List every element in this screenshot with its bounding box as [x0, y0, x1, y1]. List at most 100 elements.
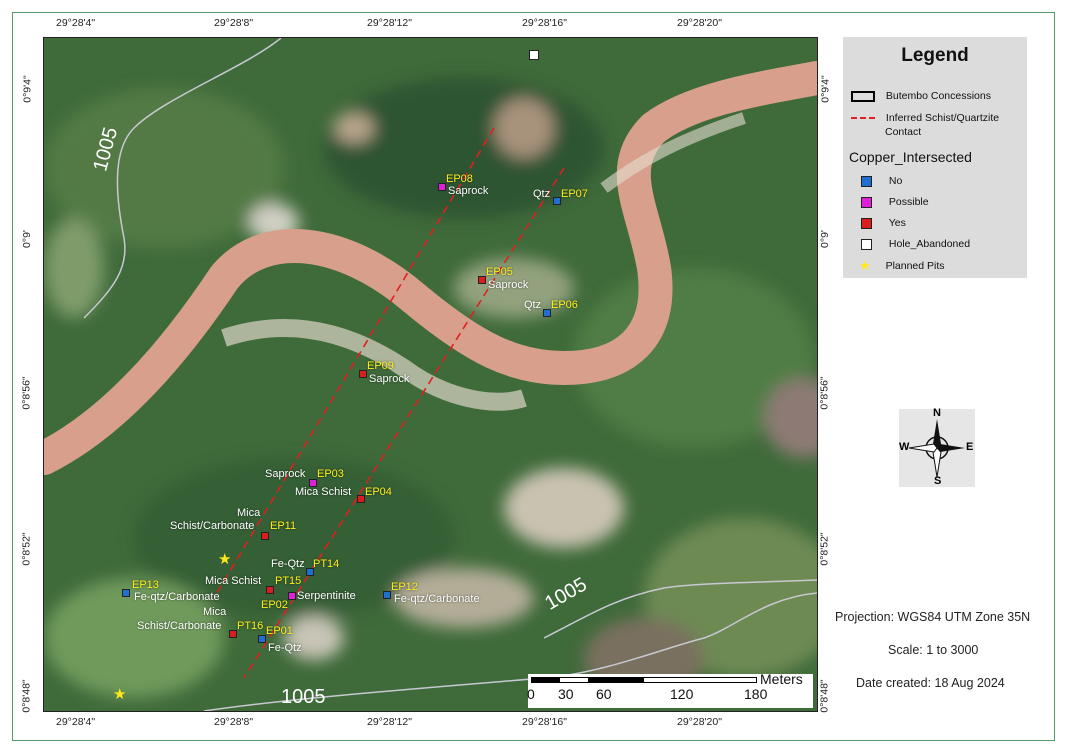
coord-top-label: 29°28'20": [677, 17, 722, 29]
drillhole-marker-ep02[interactable]: [288, 592, 296, 600]
drillhole-id: EP05: [486, 266, 513, 278]
coord-right-label: 0°8'48": [818, 679, 831, 713]
projection-text: Projection: WGS84 UTM Zone 35N: [835, 610, 1031, 624]
no-swatch: [861, 175, 872, 187]
drillhole-marker-ep12[interactable]: [383, 591, 391, 599]
legend-item-no: No: [861, 175, 902, 187]
legend-item-concessions: Butembo Concessions: [851, 90, 991, 102]
coord-bottom-label: 29°28'20": [677, 716, 722, 728]
coord-right-label: 0°8'56": [818, 376, 831, 410]
drillhole-marker-ep13[interactable]: [122, 589, 130, 597]
coord-left-label: 0°9': [20, 230, 33, 248]
legend-panel: Legend Butembo Concessions Inferred Schi…: [843, 37, 1027, 278]
drillhole-marker-ep04[interactable]: [357, 495, 365, 503]
legend-label: Contact: [885, 126, 922, 138]
date-text: Date created: 18 Aug 2024: [856, 676, 1005, 690]
legend-label: Possible: [888, 196, 929, 208]
coord-top-label: 29°28'12": [367, 17, 412, 29]
drillhole-id: EP09: [367, 360, 394, 372]
drillhole-rock-line1: Mica: [203, 606, 227, 618]
coord-right-label: 0°8'52": [818, 532, 831, 566]
legend-label: Planned Pits: [885, 259, 945, 272]
legend-item-possible: Possible: [861, 196, 929, 208]
drillhole-rock: Qtz: [524, 299, 542, 311]
satellite-map[interactable]: 1005 1005 1005 EP08 Saprock Qtz EP07 EP0…: [43, 37, 818, 712]
coord-bottom-label: 29°28'4": [56, 716, 96, 728]
drillhole-marker-pt15[interactable]: [266, 586, 274, 594]
drillhole-id: EP06: [551, 299, 578, 311]
drillhole-rock-line2: Schist/Carbonate: [170, 520, 255, 532]
compass-s: S: [934, 475, 942, 487]
star-icon: ★: [859, 258, 871, 273]
coord-left-label: 0°9'4": [21, 75, 34, 103]
drillhole-rock: Serpentinite: [297, 590, 356, 602]
legend-label: Hole_Abandoned: [888, 238, 971, 250]
drillhole-rock-line2: Schist/Carbonate: [137, 620, 222, 632]
map-imagery: [44, 38, 817, 711]
coord-right-label: 0°9': [818, 230, 831, 248]
planned-pit-star-icon[interactable]: ★: [113, 685, 126, 703]
drillhole-id: EP07: [561, 188, 588, 200]
drillhole-rock: Qtz: [533, 188, 551, 200]
drillhole-rock: Saprock: [448, 185, 489, 197]
drillhole-id: EP11: [270, 520, 297, 532]
scale-tick: 120: [670, 686, 694, 702]
drillhole-marker-ep11[interactable]: [261, 532, 269, 540]
drillhole-rock: Mica Schist: [295, 486, 352, 498]
coord-left-label: 0°8'52": [20, 532, 33, 566]
drillhole-rock: Saprock: [488, 279, 529, 291]
hole-abandoned-marker[interactable]: [529, 50, 539, 60]
coord-right-label: 0°9'4": [819, 75, 832, 103]
drillhole-rock: Mica Schist: [205, 575, 262, 587]
legend-title: Legend: [901, 45, 969, 66]
legend-item-hole-abandoned: Hole_Abandoned: [861, 238, 970, 250]
legend-label: No: [888, 175, 903, 187]
coord-top-label: 29°28'4": [56, 17, 96, 29]
drillhole-rock: Fe-qtz/Carbonate: [394, 593, 480, 605]
coord-left-label: 0°8'56": [20, 376, 33, 410]
legend-item-yes: Yes: [861, 217, 906, 229]
contact-swatch: [851, 117, 875, 120]
legend-section-title: Copper_Intersected: [849, 149, 972, 165]
drillhole-id: EP03: [317, 468, 344, 480]
scale-tick: 0: [527, 686, 535, 702]
scale-tick: 30: [558, 686, 574, 702]
yes-swatch: [861, 217, 872, 229]
road-label: 1005: [281, 686, 326, 708]
scale-text: Scale: 1 to 3000: [888, 643, 979, 657]
drillhole-marker-pt16[interactable]: [229, 630, 237, 638]
coord-bottom-label: 29°28'16": [522, 716, 567, 728]
drillhole-marker-ep06[interactable]: [543, 309, 551, 317]
drillhole-rock: Saprock: [369, 373, 410, 385]
drillhole-marker-ep08[interactable]: [438, 183, 446, 191]
possible-swatch: [861, 196, 872, 208]
scale-tick: 180: [744, 686, 768, 702]
north-arrow-compass: N S W E: [899, 407, 975, 487]
scale-bar-unit: Meters: [760, 671, 803, 687]
drillhole-marker-ep09[interactable]: [359, 370, 367, 378]
legend-item-contact: Inferred Schist/Quartzite: [851, 112, 999, 124]
drillhole-id: EP02: [261, 599, 288, 611]
drillhole-rock: Fe-Qtz: [271, 558, 305, 570]
legend-item-planned-pits: ★ Planned Pits: [859, 258, 945, 274]
drillhole-rock: Fe-qtz/Carbonate: [134, 591, 220, 603]
drillhole-marker-ep07[interactable]: [553, 197, 561, 205]
planned-pit-star-icon[interactable]: ★: [218, 550, 231, 568]
drillhole-marker-ep01[interactable]: [258, 635, 266, 643]
coord-top-label: 29°28'8": [214, 17, 254, 29]
drillhole-id: PT15: [275, 575, 302, 587]
coord-top-label: 29°28'16": [522, 17, 567, 29]
drillhole-id: EP01: [266, 625, 293, 637]
coord-bottom-label: 29°28'12": [367, 716, 412, 728]
compass-w: W: [899, 441, 910, 453]
drillhole-marker-ep05[interactable]: [478, 276, 486, 284]
drillhole-id: PT16: [237, 620, 264, 632]
scale-bar: [531, 677, 757, 683]
drillhole-rock-line1: Mica: [237, 507, 261, 519]
compass-e: E: [966, 441, 974, 453]
drillhole-id: EP13: [132, 579, 159, 591]
drillhole-id: EP12: [391, 581, 418, 593]
compass-n: N: [933, 407, 941, 419]
hole-abandoned-swatch: [861, 238, 872, 250]
legend-label: Butembo Concessions: [885, 90, 991, 102]
